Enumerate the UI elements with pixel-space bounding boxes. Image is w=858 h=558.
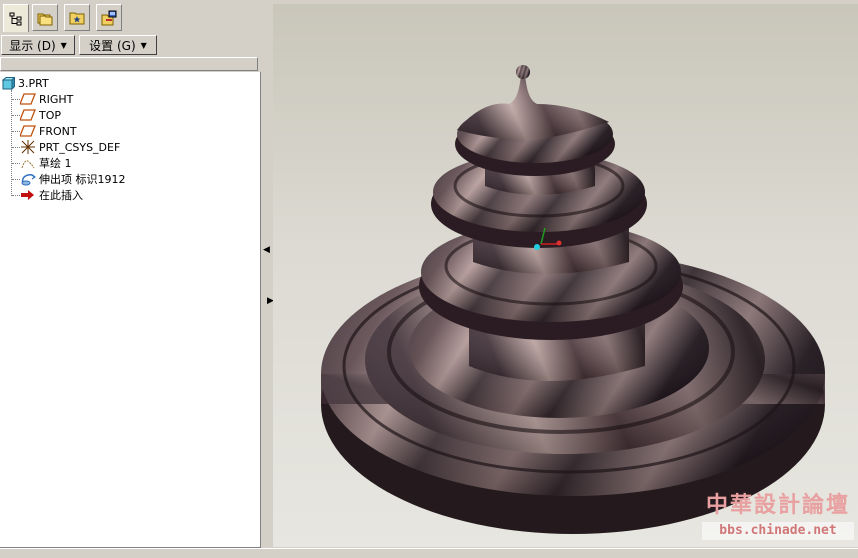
tree-item-sketch[interactable]: 草绘 1	[20, 155, 72, 171]
tree-item-insert-here[interactable]: 在此插入	[20, 187, 83, 203]
model-top	[457, 65, 609, 140]
model-tree-tab[interactable]	[3, 4, 29, 32]
favorites-tab[interactable]	[64, 4, 90, 31]
sketch-icon	[21, 160, 35, 169]
folder-icon	[37, 13, 53, 25]
settings-menu-button[interactable]: 设置 (G) ▼	[79, 35, 157, 55]
part-icon	[2, 76, 15, 90]
collapse-left-icon[interactable]: ◀	[263, 245, 270, 255]
datum-plane-icon	[20, 109, 36, 121]
tree-item-label: 在此插入	[39, 189, 83, 202]
watermark-logo: 中華設計論壇	[705, 493, 850, 518]
watermark-url: bbs.chinade.net	[702, 522, 854, 540]
tree-item-top[interactable]: TOP	[20, 107, 61, 123]
tree-item-label: 伸出项 标识1912	[39, 173, 126, 186]
tree-item-label: FRONT	[39, 124, 77, 138]
favorites-folder-icon	[69, 12, 85, 24]
tree-item-label: 草绘 1	[39, 157, 72, 170]
connections-tab[interactable]	[96, 4, 122, 31]
display-menu-label: 显示 (D)	[9, 38, 56, 53]
tree-root-item[interactable]: 3.PRT	[2, 75, 49, 91]
revolve-protrusion-icon	[21, 174, 36, 186]
insert-here-arrow-icon	[21, 190, 34, 200]
navigator-panel: 显示 (D) ▼ 设置 (G) ▼ 3.PRT RIGHT TOP FRONT …	[0, 0, 262, 557]
display-menu-button[interactable]: 显示 (D) ▼	[1, 35, 75, 55]
model-render	[321, 65, 825, 534]
model-tree: 3.PRT RIGHT TOP FRONT PRT_CSYS_DEF 草绘 1 …	[0, 72, 261, 548]
chevron-down-icon: ▼	[60, 40, 67, 50]
connections-icon	[101, 10, 117, 25]
tree-item-front[interactable]: FRONT	[20, 123, 77, 139]
model-tree-icon	[9, 12, 22, 25]
navigator-menu-bar: 显示 (D) ▼ 设置 (G) ▼	[0, 33, 262, 55]
datum-plane-icon	[20, 125, 36, 137]
folder-browser-tab[interactable]	[32, 4, 58, 31]
panel-splitter[interactable]: ◀ ▶	[262, 0, 274, 557]
tree-column-header[interactable]	[0, 57, 258, 71]
tree-root-label: 3.PRT	[18, 76, 49, 90]
tree-item-label: RIGHT	[39, 92, 74, 106]
coordinate-system-icon	[21, 140, 35, 154]
tree-item-protrusion[interactable]: 伸出项 标识1912	[20, 171, 126, 187]
settings-menu-label: 设置 (G)	[89, 38, 136, 53]
watermark: 中華設計論壇 bbs.chinade.net	[702, 491, 854, 541]
tree-item-csys[interactable]: PRT_CSYS_DEF	[20, 139, 120, 155]
graphics-window[interactable]: 中華設計論壇 bbs.chinade.net	[273, 4, 858, 547]
tree-item-label: PRT_CSYS_DEF	[39, 140, 121, 154]
datum-plane-icon	[20, 93, 36, 105]
tree-item-label: TOP	[39, 108, 62, 122]
chevron-down-icon: ▼	[140, 40, 147, 50]
tree-item-right[interactable]: RIGHT	[20, 91, 73, 107]
